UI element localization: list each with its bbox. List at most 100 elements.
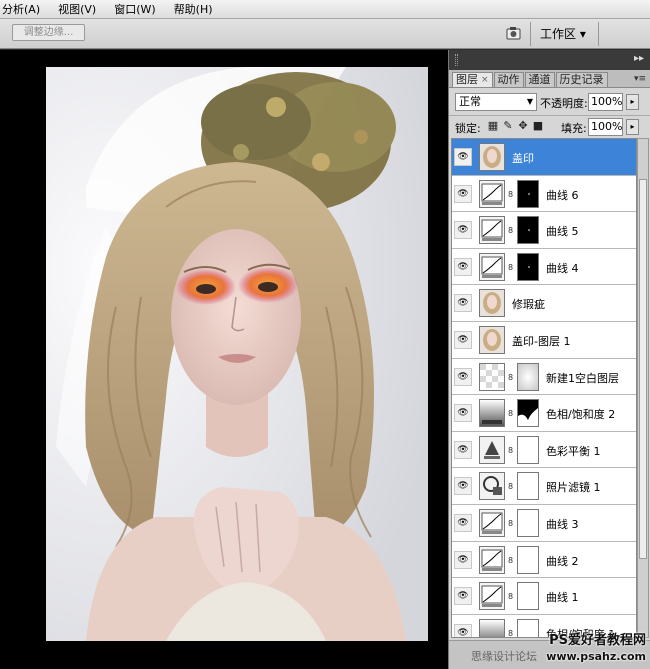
- layer-row[interactable]: 👁 8 曲线 1: [452, 578, 636, 615]
- tab-history[interactable]: 历史记录: [555, 72, 608, 87]
- layer-thumbnail[interactable]: [479, 252, 505, 281]
- layer-name: 盖印: [512, 152, 534, 165]
- visibility-eye-icon[interactable]: 👁: [454, 513, 472, 532]
- layer-thumbnail[interactable]: [479, 545, 505, 574]
- visibility-eye-icon[interactable]: 👁: [454, 184, 472, 203]
- layer-thumbnail[interactable]: [479, 435, 505, 464]
- collapse-icon[interactable]: ▸▸: [634, 53, 644, 64]
- layer-row[interactable]: 👁 8 曲线 2: [452, 541, 636, 579]
- layer-list-scrollbar[interactable]: [637, 138, 649, 638]
- visibility-eye-icon[interactable]: 👁: [454, 477, 472, 496]
- lock-transparency-icon[interactable]: ▦: [487, 120, 499, 132]
- layer-row[interactable]: 👁 8 曲线 3: [452, 504, 636, 542]
- layer-mask-thumbnail[interactable]: [517, 618, 539, 637]
- layer-thumbnail[interactable]: [479, 508, 505, 537]
- blend-mode-select[interactable]: 正常 ▼: [455, 93, 537, 111]
- bridge-button[interactable]: [503, 23, 525, 43]
- link-icon[interactable]: 8: [508, 556, 513, 565]
- layer-mask-thumbnail[interactable]: [517, 252, 539, 281]
- workspace-menu[interactable]: 工作区 ▾: [540, 25, 586, 42]
- link-icon[interactable]: 8: [508, 592, 513, 601]
- menu-item-window[interactable]: 窗口(W): [114, 1, 155, 17]
- options-bar: 调整边缘... 工作区 ▾: [0, 19, 650, 49]
- opacity-slider-button[interactable]: ▸: [626, 94, 639, 110]
- layer-thumbnail[interactable]: [479, 399, 505, 428]
- layer-mask-thumbnail[interactable]: [517, 179, 539, 208]
- visibility-eye-icon[interactable]: 👁: [454, 404, 472, 423]
- layer-name: 曲线 1: [546, 591, 579, 605]
- watermark-line-1: PS爱好者教程网: [549, 633, 646, 648]
- visibility-eye-icon[interactable]: 👁: [454, 623, 472, 637]
- layer-mask-thumbnail[interactable]: [517, 545, 539, 574]
- layer-thumbnail[interactable]: [479, 472, 505, 501]
- layer-thumbnail[interactable]: [479, 582, 505, 611]
- panel-menu-icon[interactable]: ▾≡: [634, 74, 646, 84]
- link-icon[interactable]: 8: [508, 409, 513, 418]
- fill-input[interactable]: 100%: [588, 118, 623, 136]
- layer-thumbnail[interactable]: [479, 143, 505, 171]
- layer-row[interactable]: 👁 8 色相/饱和度 2: [452, 395, 636, 432]
- menu-bar: 分析(A) 视图(V) 窗口(W) 帮助(H): [0, 0, 650, 19]
- visibility-eye-icon[interactable]: 👁: [454, 148, 472, 166]
- lock-label: 锁定:: [455, 122, 481, 135]
- tab-actions[interactable]: 动作: [493, 72, 524, 87]
- close-icon[interactable]: ×: [481, 73, 489, 87]
- layer-row[interactable]: 👁 8 曲线 4: [452, 248, 636, 286]
- menu-item-view[interactable]: 视图(V): [58, 1, 96, 17]
- link-icon[interactable]: 8: [508, 446, 513, 455]
- visibility-eye-icon[interactable]: 👁: [454, 587, 472, 606]
- link-icon[interactable]: 8: [508, 263, 513, 272]
- layer-mask-thumbnail[interactable]: [517, 472, 539, 501]
- layer-mask-thumbnail[interactable]: [517, 399, 539, 428]
- tab-channels[interactable]: 通道: [524, 72, 555, 87]
- layer-name: 色相/饱和度 2: [546, 408, 616, 422]
- visibility-eye-icon[interactable]: 👁: [454, 367, 472, 386]
- visibility-eye-icon[interactable]: 👁: [454, 330, 472, 349]
- layer-mask-thumbnail[interactable]: [517, 362, 539, 391]
- layer-row[interactable]: 👁 8 新建1空白图层: [452, 358, 636, 396]
- link-icon[interactable]: 8: [508, 190, 513, 199]
- layer-name: 曲线 2: [546, 554, 579, 568]
- lock-position-icon[interactable]: ✥: [517, 120, 529, 132]
- layer-row[interactable]: 👁 8 色彩平衡 1: [452, 431, 636, 469]
- blend-row: 正常 ▼ 不透明度: 100% ▸: [449, 90, 650, 114]
- link-icon[interactable]: 8: [508, 629, 513, 637]
- link-icon[interactable]: 8: [508, 519, 513, 528]
- visibility-eye-icon[interactable]: 👁: [454, 550, 472, 569]
- lock-pixels-icon[interactable]: ✎: [502, 120, 514, 132]
- panel-grip-icon[interactable]: [455, 54, 458, 66]
- visibility-eye-icon[interactable]: 👁: [454, 294, 472, 313]
- layer-mask-thumbnail[interactable]: [517, 508, 539, 537]
- layer-thumbnail[interactable]: [479, 179, 505, 208]
- visibility-eye-icon[interactable]: 👁: [454, 257, 472, 276]
- layer-row[interactable]: 👁 8 曲线 5: [452, 212, 636, 249]
- tab-layers[interactable]: 图层 ×: [452, 72, 493, 87]
- link-icon[interactable]: 8: [508, 482, 513, 491]
- layer-row[interactable]: 👁 盖印-图层 1: [452, 321, 636, 359]
- separator: [530, 22, 531, 46]
- layer-row[interactable]: 👁 8 曲线 6: [452, 175, 636, 213]
- lock-all-icon[interactable]: ■: [532, 120, 544, 132]
- visibility-eye-icon[interactable]: 👁: [454, 440, 472, 459]
- document-canvas[interactable]: [0, 50, 448, 669]
- opacity-input[interactable]: 100%: [588, 93, 623, 111]
- link-icon[interactable]: 8: [508, 226, 513, 235]
- menu-item-help[interactable]: 帮助(H): [174, 1, 213, 17]
- layer-mask-thumbnail[interactable]: [517, 216, 539, 245]
- layer-thumbnail[interactable]: [479, 325, 505, 354]
- layer-mask-thumbnail[interactable]: [517, 435, 539, 464]
- layer-row[interactable]: 👁 修瑕疵: [452, 285, 636, 322]
- layer-thumbnail[interactable]: [479, 289, 505, 318]
- layer-row[interactable]: 👁 8 照片滤镜 1: [452, 468, 636, 505]
- menu-item-analysis[interactable]: 分析(A): [2, 1, 40, 17]
- layer-row[interactable]: 👁 盖印: [452, 139, 636, 176]
- fill-slider-button[interactable]: ▸: [626, 119, 639, 135]
- visibility-eye-icon[interactable]: 👁: [454, 221, 472, 240]
- layer-thumbnail[interactable]: [479, 216, 505, 245]
- layer-thumbnail[interactable]: [479, 362, 505, 391]
- refine-edge-button[interactable]: 调整边缘...: [12, 24, 85, 41]
- link-icon[interactable]: 8: [508, 373, 513, 382]
- layer-mask-thumbnail[interactable]: [517, 582, 539, 611]
- layer-thumbnail[interactable]: [479, 618, 505, 637]
- scrollbar-thumb[interactable]: [639, 179, 647, 559]
